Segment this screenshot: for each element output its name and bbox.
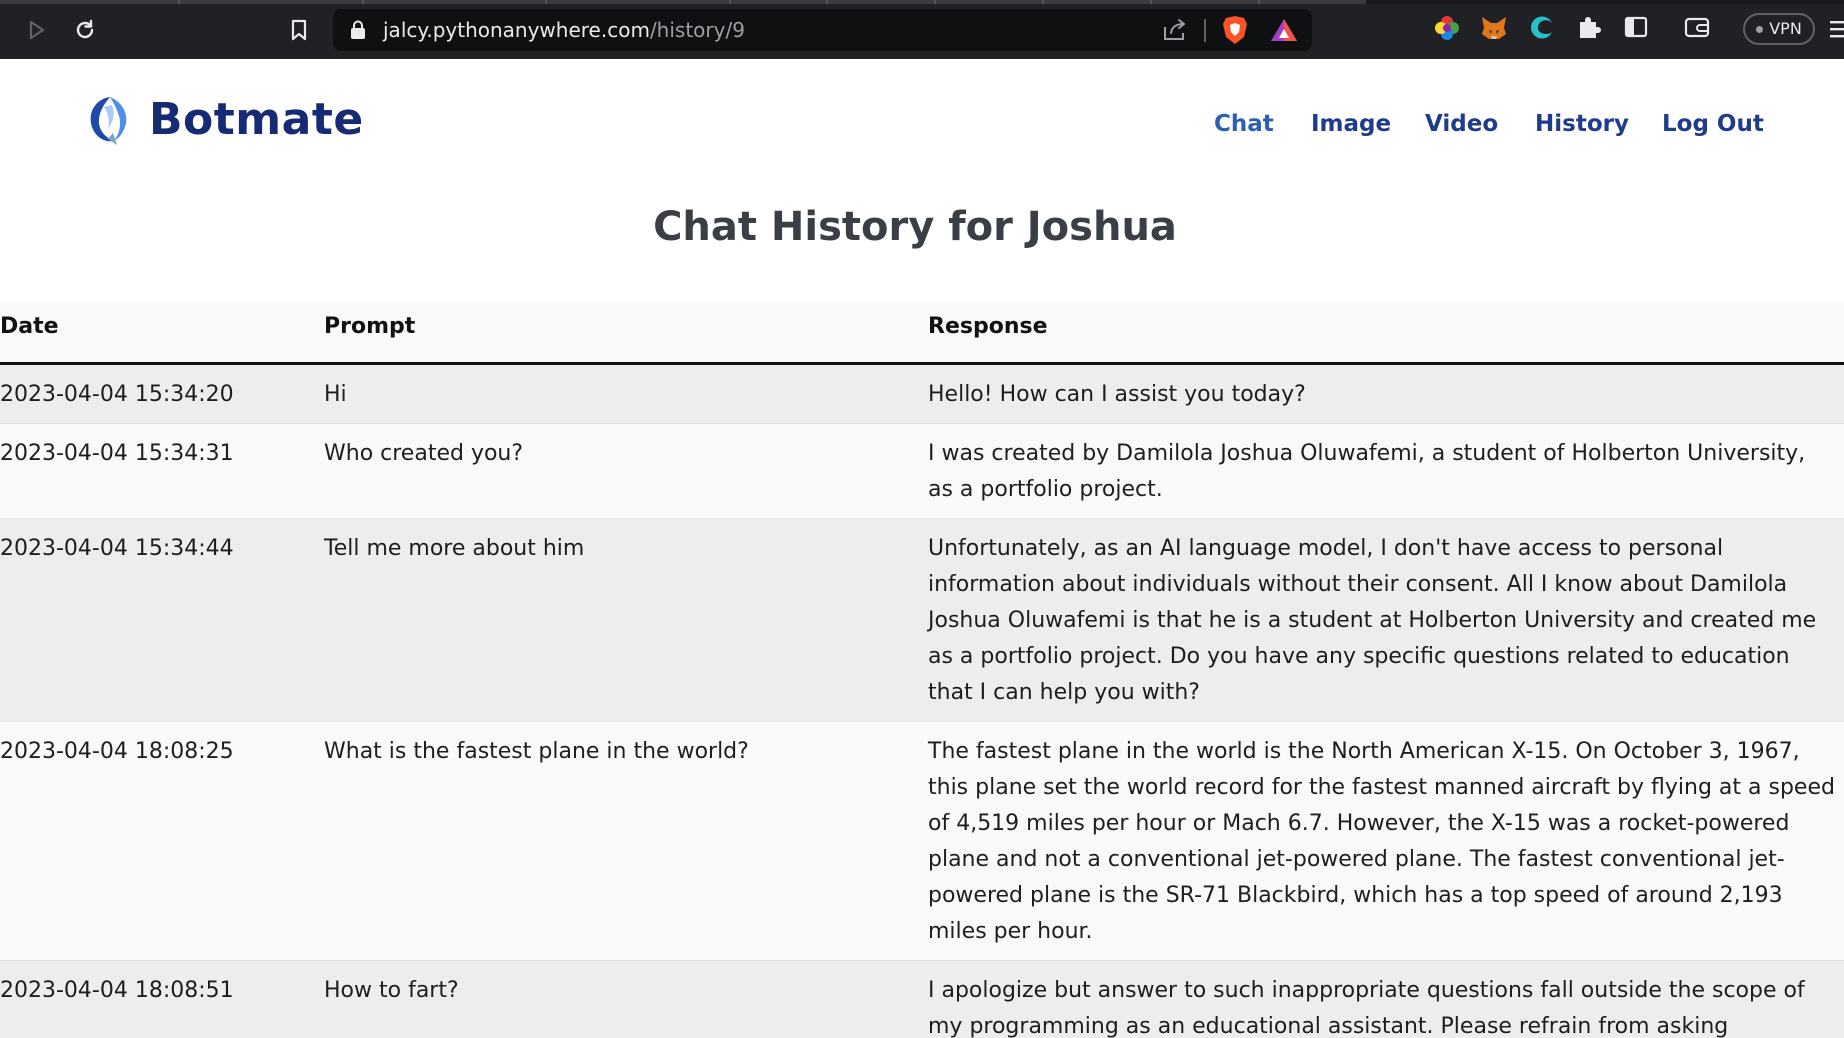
cell-prompt: Who created you? <box>324 423 928 519</box>
bookmark-icon[interactable] <box>281 12 317 48</box>
cell-date: 2023-04-04 15:34:20 <box>0 363 324 424</box>
cell-prompt: Tell me more about him <box>324 518 928 722</box>
cell-response: The fastest plane in the world is the No… <box>928 721 1844 961</box>
cell-response: I apologize but answer to such inappropr… <box>928 960 1844 1038</box>
play-icon[interactable] <box>18 12 54 48</box>
nav-link-history[interactable]: History <box>1535 109 1629 139</box>
site-navbar: Botmate Chat Image Video History Log Out <box>0 59 1844 189</box>
brave-rewards-icon[interactable] <box>1270 17 1298 47</box>
column-header-response: Response <box>928 302 1844 365</box>
nav-links: Chat Image Video History Log Out <box>0 109 1844 149</box>
color-picker-extension-icon[interactable] <box>1433 14 1461 46</box>
column-header-date: Date <box>0 302 324 365</box>
brave-shield-icon[interactable] <box>1222 15 1248 49</box>
table-row: 2023-04-04 15:34:20 Hi Hello! How can I … <box>0 363 1844 424</box>
history-table-container: Date Prompt Response 2023-04-04 15:34:20… <box>0 302 1844 1038</box>
cell-response: I was created by Damilola Joshua Oluwafe… <box>928 423 1844 519</box>
table-row: 2023-04-04 15:34:31 Who created you? I w… <box>0 423 1844 519</box>
cell-prompt: How to fart? <box>324 960 928 1038</box>
extensions-puzzle-icon[interactable] <box>1576 14 1602 44</box>
reload-icon[interactable] <box>67 12 103 48</box>
vpn-status-icon <box>1756 25 1764 33</box>
cell-prompt: What is the fastest plane in the world? <box>324 721 928 961</box>
cell-response: Unfortunately, as an AI language model, … <box>928 518 1844 722</box>
nav-link-image[interactable]: Image <box>1311 109 1391 139</box>
metamask-fox-icon[interactable] <box>1480 14 1508 46</box>
cell-response: Hello! How can I assist you today? <box>928 363 1844 424</box>
cell-date: 2023-04-04 15:34:44 <box>0 518 324 722</box>
lock-icon[interactable] <box>350 20 366 44</box>
cell-prompt: Hi <box>324 363 928 424</box>
nav-link-logout[interactable]: Log Out <box>1662 109 1764 139</box>
page-title: Chat History for Joshua <box>653 204 1177 250</box>
nav-link-chat[interactable]: Chat <box>1214 109 1274 139</box>
column-header-prompt: Prompt <box>324 302 928 365</box>
nav-link-video[interactable]: Video <box>1425 109 1498 139</box>
address-bar[interactable]: jalcy.pythonanywhere.com/history/9 <box>333 9 1312 51</box>
tab-strip <box>0 0 1844 4</box>
edge-extension-icon[interactable] <box>1528 14 1556 46</box>
cell-date: 2023-04-04 18:08:25 <box>0 721 324 961</box>
table-row: 2023-04-04 15:34:44 Tell me more about h… <box>0 518 1844 722</box>
url-text[interactable]: jalcy.pythonanywhere.com/history/9 <box>383 18 745 42</box>
table-header-row: Date Prompt Response <box>0 302 1844 365</box>
cell-date: 2023-04-04 18:08:51 <box>0 960 324 1038</box>
page: Botmate Chat Image Video History Log Out… <box>0 59 1844 1038</box>
more-menu-icon[interactable] <box>1830 18 1844 44</box>
cell-date: 2023-04-04 15:34:31 <box>0 423 324 519</box>
table-row: 2023-04-04 18:08:51 How to fart? I apolo… <box>0 960 1844 1038</box>
table-row: 2023-04-04 18:08:25 What is the fastest … <box>0 721 1844 961</box>
history-table: Date Prompt Response 2023-04-04 15:34:20… <box>0 302 1844 1038</box>
browser-toolbar: jalcy.pythonanywhere.com/history/9 VPN <box>0 0 1844 59</box>
active-tab[interactable] <box>1366 0 1844 4</box>
sidebar-icon[interactable] <box>1623 14 1649 44</box>
wallet-icon[interactable] <box>1683 14 1711 44</box>
vpn-button[interactable]: VPN <box>1743 13 1815 45</box>
share-icon[interactable] <box>1162 18 1188 46</box>
